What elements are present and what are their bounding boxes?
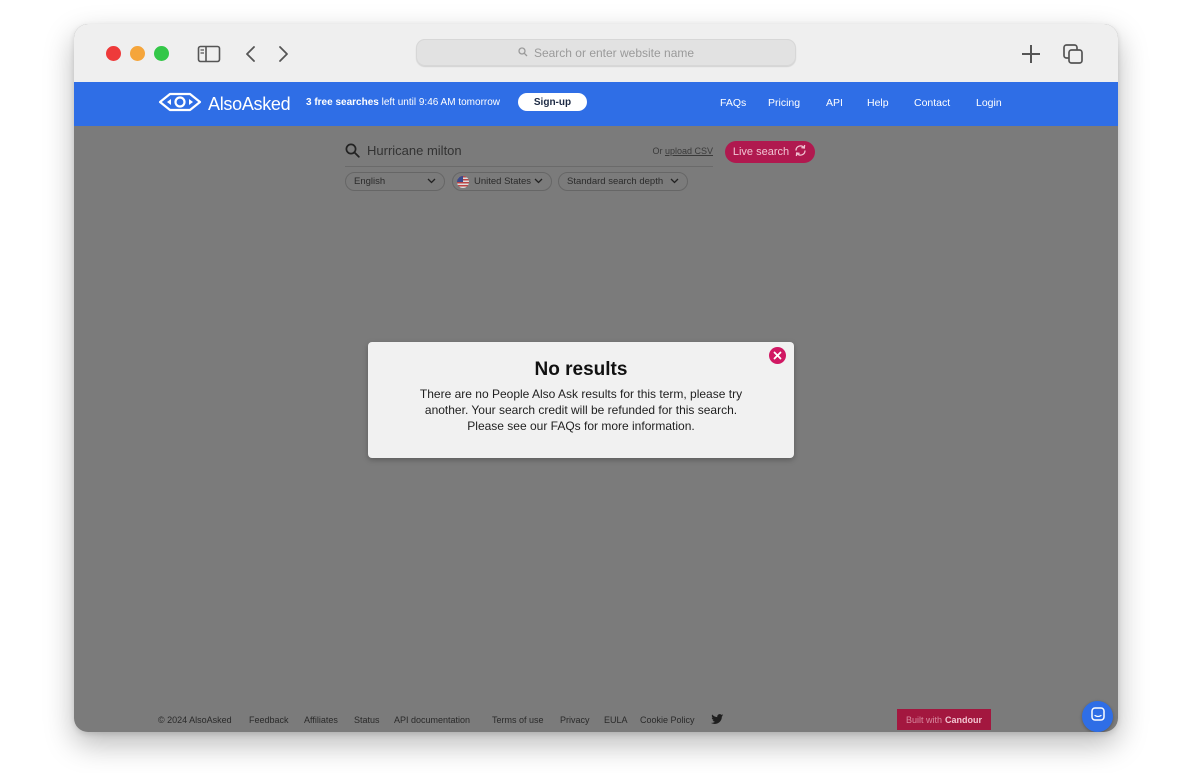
footer-link-terms[interactable]: Terms of use xyxy=(492,715,544,725)
logo-text: AlsoAsked xyxy=(208,94,291,114)
built-with-label: Built with xyxy=(905,714,942,725)
footer-link-affiliates[interactable]: Affiliates xyxy=(304,715,338,725)
sidebar-toggle-icon[interactable] xyxy=(196,41,222,67)
refresh-icon xyxy=(794,144,807,160)
nav-login[interactable]: Login xyxy=(976,97,1002,109)
nav-help[interactable]: Help xyxy=(867,97,889,109)
forward-arrow-icon[interactable] xyxy=(270,41,296,67)
alsoasked-logo[interactable]: AlsoAsked xyxy=(158,92,291,117)
tabs-overview-icon[interactable] xyxy=(1060,41,1086,67)
site-header: AlsoAsked 3 free searches left until 9:4… xyxy=(74,82,1118,126)
close-icon[interactable] xyxy=(769,347,786,364)
eye-logo-icon xyxy=(158,92,202,117)
footer-link-api-documentation[interactable]: API documentation xyxy=(394,715,470,725)
chevron-down-icon xyxy=(534,176,543,187)
no-results-modal: No results There are no People Also Ask … xyxy=(368,342,794,458)
browser-toolbar: Search or enter website name xyxy=(74,24,1118,83)
country-select[interactable]: United States xyxy=(452,172,552,191)
upload-csv-link[interactable]: upload CSV xyxy=(665,146,713,156)
chevron-down-icon xyxy=(427,176,436,187)
language-select[interactable]: English xyxy=(345,172,445,191)
address-placeholder: Search or enter website name xyxy=(533,45,695,60)
upload-csv: Or upload CSV xyxy=(652,146,713,156)
live-search-label: Live search xyxy=(732,146,790,158)
signup-button[interactable]: Sign-up xyxy=(518,93,587,111)
free-searches-notice: 3 free searches left until 9:46 AM tomor… xyxy=(306,97,500,108)
browser-window: Search or enter website name AlsoAsked 3… xyxy=(74,24,1118,732)
chat-widget-button[interactable] xyxy=(1082,701,1113,732)
maximize-window-button[interactable] xyxy=(154,46,169,61)
footer-link-feedback[interactable]: Feedback xyxy=(249,715,289,725)
footer-link-eula[interactable]: EULA xyxy=(604,715,628,725)
close-window-button[interactable] xyxy=(106,46,121,61)
search-depth-select[interactable]: Standard search depth xyxy=(558,172,688,191)
search-input[interactable]: Hurricane milton xyxy=(367,143,462,158)
chevron-down-icon xyxy=(670,176,679,187)
search-icon xyxy=(518,46,528,60)
upload-prefix: Or xyxy=(652,146,665,156)
modal-title: No results xyxy=(534,359,628,380)
search-depth-value: Standard search depth xyxy=(567,176,664,187)
twitter-icon[interactable] xyxy=(711,712,724,730)
chat-bubble-icon xyxy=(1090,707,1105,726)
free-searches-count: 3 free searches xyxy=(306,97,379,108)
footer-copyright: © 2024 AlsoAsked xyxy=(158,715,232,725)
nav-pricing[interactable]: Pricing xyxy=(768,97,800,109)
new-tab-plus-icon[interactable] xyxy=(1018,41,1044,67)
built-with-candour-badge[interactable]: Built with Candour xyxy=(897,709,991,730)
footer-link-status[interactable]: Status xyxy=(354,715,380,725)
country-value: United States xyxy=(474,176,532,187)
address-bar[interactable]: Search or enter website name xyxy=(416,39,796,66)
candour-brand: Candour xyxy=(945,714,982,725)
nav-contact[interactable]: Contact xyxy=(914,97,950,109)
nav-faqs[interactable]: FAQs xyxy=(720,97,746,109)
live-search-button[interactable]: Live search xyxy=(725,141,815,163)
search-icon xyxy=(345,143,360,163)
footer-link-privacy[interactable]: Privacy xyxy=(560,715,590,725)
back-arrow-icon[interactable] xyxy=(238,41,264,67)
language-value: English xyxy=(354,176,386,187)
search-bar: Hurricane milton Or upload CSV xyxy=(345,136,713,167)
minimize-window-button[interactable] xyxy=(130,46,145,61)
footer-link-cookie-policy[interactable]: Cookie Policy xyxy=(640,715,695,725)
free-searches-reset: left until 9:46 AM tomorrow xyxy=(378,97,501,108)
us-flag-icon xyxy=(457,175,469,188)
modal-message: There are no People Also Ask results for… xyxy=(419,387,743,433)
nav-api[interactable]: API xyxy=(826,97,843,109)
